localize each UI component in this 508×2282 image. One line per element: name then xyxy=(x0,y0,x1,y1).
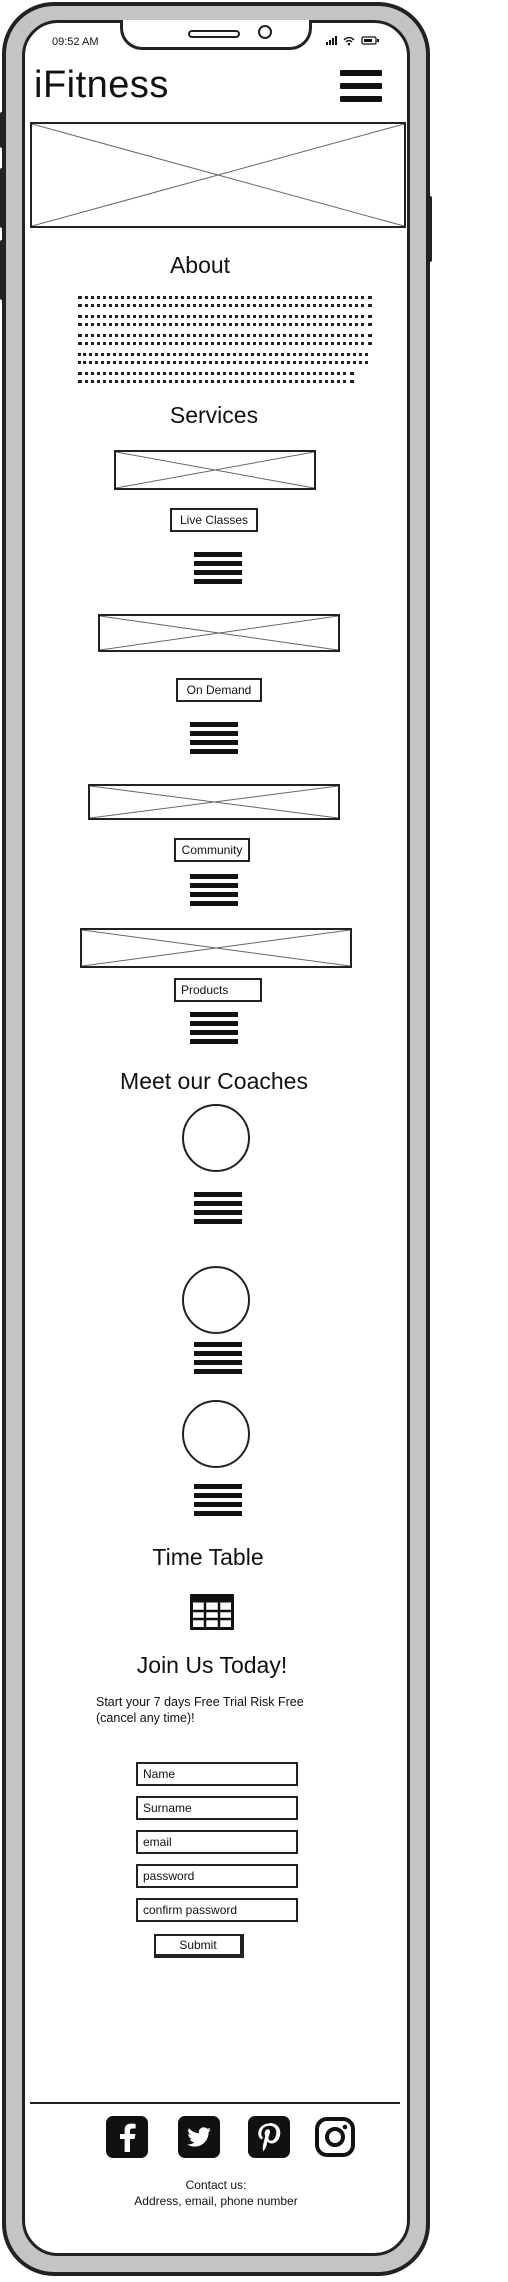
service-description-lines xyxy=(190,1012,238,1048)
service-image-placeholder xyxy=(114,450,316,490)
password-field[interactable]: password xyxy=(136,1864,298,1888)
mute-switch xyxy=(0,112,4,148)
about-title: About xyxy=(169,252,231,278)
service-image-placeholder xyxy=(80,928,352,968)
power-button xyxy=(428,196,432,262)
twitter-icon[interactable] xyxy=(178,2116,220,2158)
volume-up-button xyxy=(0,168,4,228)
pinterest-icon[interactable] xyxy=(248,2116,290,2158)
service-description-lines xyxy=(194,552,242,588)
brand-logo[interactable]: iFitness xyxy=(34,64,169,107)
join-title: Join Us Today! xyxy=(136,1652,288,1678)
coach-description-lines xyxy=(194,1342,242,1378)
camera-icon xyxy=(258,25,272,39)
facebook-icon[interactable] xyxy=(106,2116,148,2158)
join-subtitle-line: (cancel any time)! xyxy=(96,1711,195,1725)
calendar-grid-icon[interactable] xyxy=(190,1594,234,1630)
coach-description-lines xyxy=(194,1192,242,1228)
service-community-button[interactable]: Community xyxy=(174,838,250,862)
email-field[interactable]: email xyxy=(136,1830,298,1854)
contact-title: Contact us: xyxy=(185,2178,247,2192)
coach-description-lines xyxy=(194,1484,242,1520)
coach-avatar[interactable] xyxy=(182,1104,250,1172)
coaches-title: Meet our Coaches xyxy=(120,1068,308,1094)
services-title: Services xyxy=(169,402,259,428)
instagram-icon[interactable] xyxy=(314,2116,356,2158)
coach-avatar[interactable] xyxy=(182,1400,250,1468)
service-image-placeholder xyxy=(98,614,340,652)
service-description-lines xyxy=(190,722,238,758)
service-on-demand-button[interactable]: On Demand xyxy=(176,678,262,702)
service-description-lines xyxy=(190,874,238,910)
timetable-title: Time Table xyxy=(152,1544,264,1570)
status-icons xyxy=(326,34,380,49)
name-field[interactable]: Name xyxy=(136,1762,298,1786)
speaker-icon xyxy=(188,30,240,38)
service-products-button[interactable]: Products xyxy=(174,978,262,1002)
service-image-placeholder xyxy=(88,784,340,820)
surname-field[interactable]: Surname xyxy=(136,1796,298,1820)
about-text-block xyxy=(78,296,372,391)
signal-wifi-battery-icon xyxy=(326,36,379,46)
service-live-classes-button[interactable]: Live Classes xyxy=(170,508,258,532)
hero-image-placeholder xyxy=(30,122,406,228)
hamburger-menu-icon[interactable] xyxy=(340,70,382,106)
join-subtitle-line: Start your 7 days Free Trial Risk Free xyxy=(96,1695,304,1709)
status-time: 09:52 AM xyxy=(52,36,99,48)
footer-divider xyxy=(30,2102,400,2104)
contact-details: Address, email, phone number xyxy=(134,2194,298,2208)
join-subtitle: Start your 7 days Free Trial Risk Free (… xyxy=(96,1694,304,1726)
coach-avatar[interactable] xyxy=(182,1266,250,1334)
submit-button[interactable]: Submit xyxy=(154,1934,244,1958)
confirm-password-field[interactable]: confirm password xyxy=(136,1898,298,1922)
volume-down-button xyxy=(0,240,4,300)
